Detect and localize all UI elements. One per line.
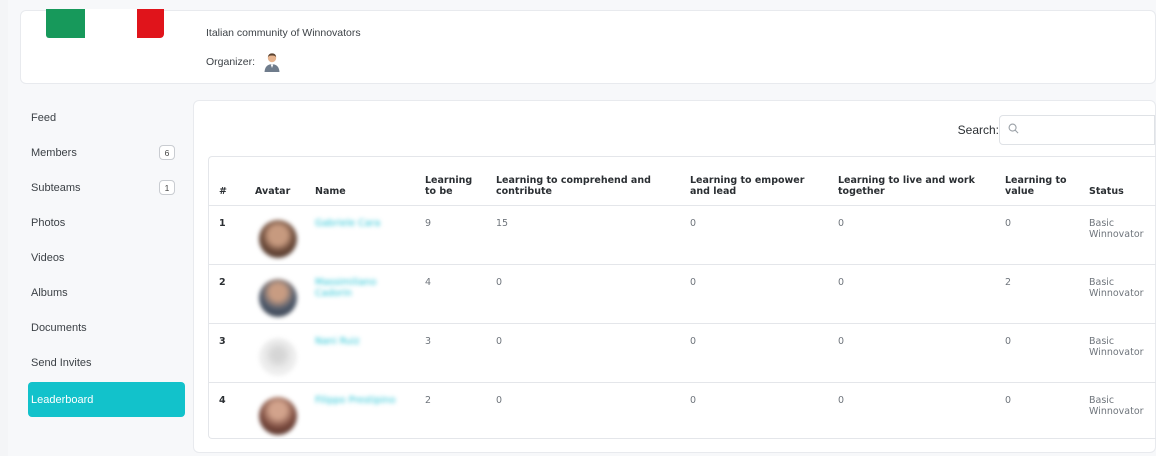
table-row: 1 Gabriele Cara 9 15 0 0 0 Basic Winnova… [209, 205, 1156, 264]
sidebar-item-leaderboard[interactable]: Leaderboard [28, 382, 185, 417]
leaderboard-table: # Avatar Name Learning to be Learning to… [208, 156, 1156, 439]
italy-flag-logo [46, 9, 164, 38]
member-avatar[interactable] [259, 219, 297, 258]
sidebar-item-label: Albums [31, 286, 68, 299]
member-avatar[interactable] [259, 396, 297, 435]
member-name-link[interactable]: Filippo Prestipino [315, 395, 396, 406]
column-header-learning-to-value[interactable]: Learning to value [995, 157, 1079, 205]
member-name-link[interactable]: Gabriele Cara [315, 218, 380, 229]
sidebar-item-members[interactable]: Members 6 [20, 135, 189, 170]
organizer-label: Organizer: [206, 56, 256, 68]
search-label: Search: [957, 123, 999, 137]
score-learning-to-comprehend: 0 [496, 394, 503, 406]
organizer-avatar[interactable] [261, 51, 283, 73]
score-learning-to-live: 0 [838, 217, 845, 229]
rank-cell: 3 [219, 335, 226, 347]
column-header-learning-to-live[interactable]: Learning to live and work together [828, 157, 995, 205]
group-header: Italian community of Winnovators Organiz… [20, 9, 1156, 84]
sidebar-item-label: Feed [31, 111, 57, 124]
search-input[interactable] [1023, 124, 1143, 136]
member-avatar[interactable] [259, 278, 297, 317]
table-row: 4 Filippo Prestipino 2 0 0 0 0 Basic Win… [209, 382, 1156, 438]
sidebar-item-label: Send Invites [31, 356, 92, 369]
status-cell: Basic Winnovator [1089, 394, 1144, 417]
sidebar-item-photos[interactable]: Photos [20, 205, 189, 240]
score-learning-to-be: 3 [425, 335, 432, 347]
column-header-learning-to-be[interactable]: Learning to be [415, 157, 486, 205]
column-header-learning-to-comprehend[interactable]: Learning to comprehend and contribute [486, 157, 680, 205]
score-learning-to-comprehend: 15 [496, 217, 509, 229]
organizer-row: Organizer: [206, 51, 283, 73]
score-learning-to-empower: 0 [690, 394, 697, 406]
sidebar-item-send-invites[interactable]: Send Invites [20, 345, 189, 380]
member-name-link[interactable]: Massimiliano Cadorin [315, 277, 409, 299]
sidebar-item-label: Members [31, 146, 77, 159]
rank-cell: 4 [219, 394, 226, 406]
leaderboard-panel: Search: # Avatar Name Learning to be Lea… [193, 100, 1156, 453]
score-learning-to-value: 0 [1005, 217, 1012, 229]
sidebar-item-label: Leaderboard [31, 393, 94, 406]
score-learning-to-live: 0 [838, 276, 845, 288]
search-icon [1008, 121, 1019, 139]
status-cell: Basic Winnovator [1089, 276, 1144, 299]
sidebar-item-label: Photos [31, 216, 66, 229]
rank-cell: 2 [219, 276, 226, 288]
column-header-name[interactable]: Name [305, 157, 415, 205]
score-learning-to-empower: 0 [690, 335, 697, 347]
sidebar-item-feed[interactable]: Feed [20, 100, 189, 135]
sidebar-nav: Feed Members 6 Subteams 1 Photos Videos … [20, 100, 189, 417]
members-count-badge: 6 [159, 145, 175, 160]
score-learning-to-be: 4 [425, 276, 432, 288]
column-header-avatar[interactable]: Avatar [245, 157, 305, 205]
sidebar-item-documents[interactable]: Documents [20, 310, 189, 345]
score-learning-to-be: 2 [425, 394, 432, 406]
member-name-link[interactable]: Nani Ruiz [315, 336, 359, 347]
status-cell: Basic Winnovator [1089, 217, 1144, 240]
table-row: 2 Massimiliano Cadorin 4 0 0 0 2 Basic W… [209, 264, 1156, 323]
app-window: Italian community of Winnovators Organiz… [8, 0, 1156, 456]
table-row: 3 Nani Ruiz 3 0 0 0 0 Basic Winnovator [209, 323, 1156, 382]
rank-cell: 1 [219, 217, 226, 229]
subteams-count-badge: 1 [159, 180, 175, 195]
sidebar-item-videos[interactable]: Videos [20, 240, 189, 275]
search-bar: Search: [958, 115, 1155, 145]
score-learning-to-empower: 0 [690, 217, 697, 229]
column-header-status[interactable]: Status [1079, 157, 1156, 205]
sidebar-item-label: Documents [31, 321, 87, 334]
score-learning-to-be: 9 [425, 217, 432, 229]
status-cell: Basic Winnovator [1089, 335, 1144, 358]
score-learning-to-empower: 0 [690, 276, 697, 288]
column-header-learning-to-empower[interactable]: Learning to empower and lead [680, 157, 828, 205]
column-header-rank[interactable]: # [209, 157, 245, 205]
sidebar-item-label: Subteams [31, 181, 81, 194]
table-header-row: # Avatar Name Learning to be Learning to… [209, 157, 1156, 205]
group-description: Italian community of Winnovators [206, 27, 361, 39]
score-learning-to-live: 0 [838, 394, 845, 406]
sidebar-item-label: Videos [31, 251, 65, 264]
member-avatar[interactable] [259, 337, 297, 376]
score-learning-to-live: 0 [838, 335, 845, 347]
score-learning-to-value: 0 [1005, 394, 1012, 406]
score-learning-to-value: 2 [1005, 276, 1012, 288]
score-learning-to-comprehend: 0 [496, 276, 503, 288]
score-learning-to-comprehend: 0 [496, 335, 503, 347]
sidebar-item-albums[interactable]: Albums [20, 275, 189, 310]
sidebar-item-subteams[interactable]: Subteams 1 [20, 170, 189, 205]
score-learning-to-value: 0 [1005, 335, 1012, 347]
search-field[interactable] [999, 115, 1155, 145]
